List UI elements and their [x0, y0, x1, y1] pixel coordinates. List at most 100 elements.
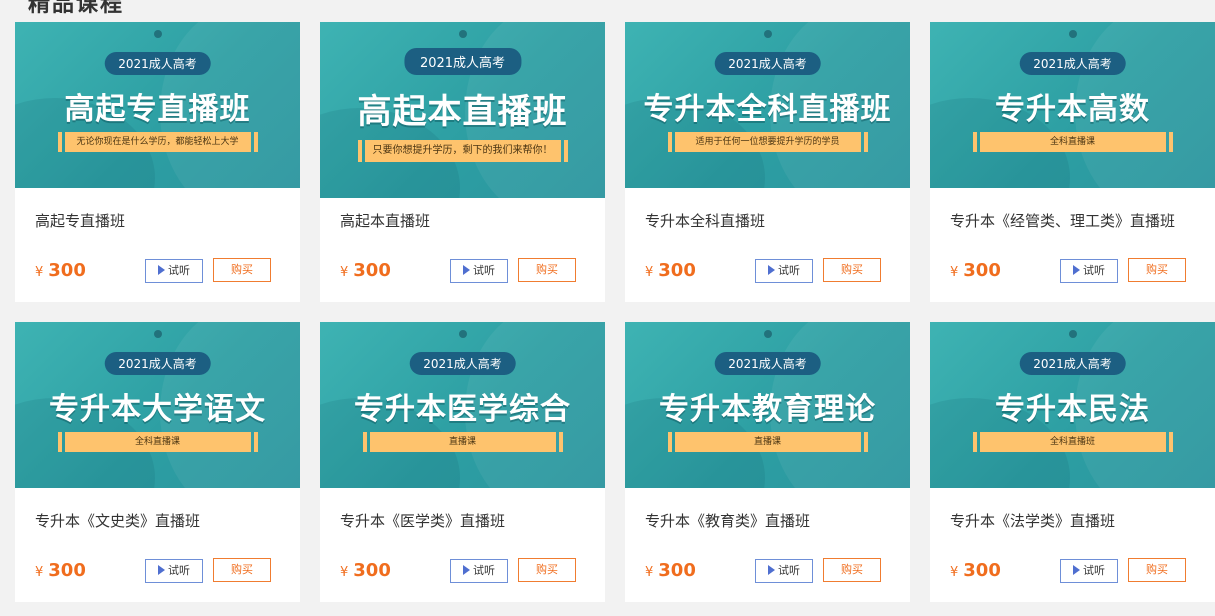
- banner-headline: 专升本教育理论: [659, 392, 876, 427]
- banner-tagline: 无论你现在是什么学历，都能轻松上大学: [57, 132, 258, 152]
- course-title[interactable]: 专升本《经管类、理工类》直播班: [950, 210, 1175, 231]
- trial-button-label: 试听: [473, 564, 495, 577]
- banner-tagline: 直播课: [667, 432, 868, 452]
- currency-symbol: ¥: [950, 565, 959, 580]
- banner-tagline: 适用于任何一位想要提升学历的学员: [667, 132, 868, 152]
- play-icon: [1073, 565, 1080, 575]
- course-banner[interactable]: 2021成人高考 专升本全科直播班 适用于任何一位想要提升学历的学员: [625, 22, 910, 188]
- course-banner[interactable]: 2021成人高考 高起专直播班 无论你现在是什么学历，都能轻松上大学: [15, 22, 300, 188]
- buy-button[interactable]: 购买: [1128, 258, 1186, 282]
- course-banner[interactable]: 2021成人高考 高起本直播班 只要你想提升学历，剩下的我们来帮你！: [320, 22, 605, 198]
- course-price: ¥300: [950, 260, 1001, 281]
- trial-button[interactable]: 试听: [755, 559, 813, 583]
- trial-button[interactable]: 试听: [1060, 259, 1118, 283]
- course-price: ¥300: [35, 560, 86, 581]
- course-banner[interactable]: 2021成人高考 专升本民法 全科直播班: [930, 322, 1215, 488]
- buy-button[interactable]: 购买: [213, 258, 271, 282]
- course-grid: 2021成人高考 高起专直播班 无论你现在是什么学历，都能轻松上大学 高起专直播…: [15, 22, 1215, 602]
- price-value: 300: [353, 560, 391, 581]
- banner-year-pill: 2021成人高考: [714, 352, 821, 375]
- play-icon: [158, 565, 165, 575]
- course-price: ¥300: [340, 560, 391, 581]
- course-banner[interactable]: 2021成人高考 专升本高数 全科直播课: [930, 22, 1215, 188]
- trial-button-label: 试听: [1083, 264, 1105, 277]
- course-price: ¥300: [645, 560, 696, 581]
- banner-headline: 专升本民法: [995, 392, 1150, 427]
- price-value: 300: [48, 560, 86, 581]
- course-card[interactable]: 2021成人高考 专升本医学综合 直播课 专升本《医学类》直播班 ¥300 试听…: [320, 322, 605, 602]
- trial-button[interactable]: 试听: [450, 259, 508, 283]
- course-banner[interactable]: 2021成人高考 专升本大学语文 全科直播课: [15, 322, 300, 488]
- trial-button-label: 试听: [778, 564, 800, 577]
- trial-button-label: 试听: [778, 264, 800, 277]
- price-value: 300: [963, 560, 1001, 581]
- play-icon: [463, 265, 470, 275]
- course-card[interactable]: 2021成人高考 专升本教育理论 直播课 专升本《教育类》直播班 ¥300 试听…: [625, 322, 910, 602]
- trial-button[interactable]: 试听: [145, 559, 203, 583]
- banner-dot: [153, 330, 162, 338]
- course-price: ¥300: [645, 260, 696, 281]
- banner-year-pill: 2021成人高考: [1019, 352, 1126, 375]
- course-banner[interactable]: 2021成人高考 专升本医学综合 直播课: [320, 322, 605, 488]
- trial-button[interactable]: 试听: [1060, 559, 1118, 583]
- banner-dot: [763, 30, 772, 38]
- banner-tagline: 直播课: [362, 432, 563, 452]
- course-card[interactable]: 2021成人高考 专升本高数 全科直播课 专升本《经管类、理工类》直播班 ¥30…: [930, 22, 1215, 302]
- course-card[interactable]: 2021成人高考 高起本直播班 只要你想提升学历，剩下的我们来帮你！ 高起本直播…: [320, 22, 605, 302]
- banner-year-pill: 2021成人高考: [403, 48, 522, 75]
- banner-tagline: 全科直播课: [57, 432, 258, 452]
- trial-button-label: 试听: [168, 264, 190, 277]
- banner-headline: 专升本全科直播班: [643, 92, 892, 127]
- buy-button[interactable]: 购买: [518, 258, 576, 282]
- currency-symbol: ¥: [35, 265, 44, 280]
- buy-button[interactable]: 购买: [823, 258, 881, 282]
- trial-button-label: 试听: [1083, 564, 1105, 577]
- banner-dot: [763, 330, 772, 338]
- course-price: ¥300: [340, 260, 391, 281]
- trial-button-label: 试听: [473, 264, 495, 277]
- play-icon: [463, 565, 470, 575]
- currency-symbol: ¥: [950, 265, 959, 280]
- course-title[interactable]: 专升本全科直播班: [645, 210, 765, 231]
- banner-year-pill: 2021成人高考: [104, 352, 211, 375]
- play-icon: [158, 265, 165, 275]
- course-card[interactable]: 2021成人高考 专升本全科直播班 适用于任何一位想要提升学历的学员 专升本全科…: [625, 22, 910, 302]
- course-title[interactable]: 高起本直播班: [340, 210, 430, 231]
- trial-button[interactable]: 试听: [450, 559, 508, 583]
- banner-dot: [458, 330, 467, 338]
- course-card[interactable]: 2021成人高考 高起专直播班 无论你现在是什么学历，都能轻松上大学 高起专直播…: [15, 22, 300, 302]
- banner-headline: 专升本医学综合: [354, 392, 571, 427]
- course-title[interactable]: 专升本《医学类》直播班: [340, 510, 505, 531]
- banner-year-pill: 2021成人高考: [104, 52, 211, 75]
- course-title[interactable]: 专升本《法学类》直播班: [950, 510, 1115, 531]
- course-title[interactable]: 高起专直播班: [35, 210, 125, 231]
- banner-year-pill: 2021成人高考: [409, 352, 516, 375]
- price-value: 300: [658, 260, 696, 281]
- banner-tagline: 只要你想提升学历，剩下的我们来帮你！: [357, 140, 568, 162]
- currency-symbol: ¥: [645, 565, 654, 580]
- trial-button[interactable]: 试听: [755, 259, 813, 283]
- course-card[interactable]: 2021成人高考 专升本大学语文 全科直播课 专升本《文史类》直播班 ¥300 …: [15, 322, 300, 602]
- banner-headline: 专升本大学语文: [49, 392, 266, 427]
- banner-tagline: 全科直播班: [972, 432, 1173, 452]
- price-value: 300: [48, 260, 86, 281]
- price-value: 300: [658, 560, 696, 581]
- course-price: ¥300: [950, 560, 1001, 581]
- buy-button[interactable]: 购买: [1128, 558, 1186, 582]
- banner-dot: [1068, 30, 1077, 38]
- buy-button[interactable]: 购买: [518, 558, 576, 582]
- trial-button-label: 试听: [168, 564, 190, 577]
- buy-button[interactable]: 购买: [213, 558, 271, 582]
- course-title[interactable]: 专升本《教育类》直播班: [645, 510, 810, 531]
- course-title[interactable]: 专升本《文史类》直播班: [35, 510, 200, 531]
- course-banner[interactable]: 2021成人高考 专升本教育理论 直播课: [625, 322, 910, 488]
- play-icon: [1073, 265, 1080, 275]
- buy-button[interactable]: 购买: [823, 558, 881, 582]
- currency-symbol: ¥: [645, 265, 654, 280]
- trial-button[interactable]: 试听: [145, 259, 203, 283]
- banner-headline: 专升本高数: [995, 92, 1150, 127]
- banner-headline: 高起本直播班: [357, 92, 568, 132]
- price-value: 300: [353, 260, 391, 281]
- currency-symbol: ¥: [340, 265, 349, 280]
- course-card[interactable]: 2021成人高考 专升本民法 全科直播班 专升本《法学类》直播班 ¥300 试听…: [930, 322, 1215, 602]
